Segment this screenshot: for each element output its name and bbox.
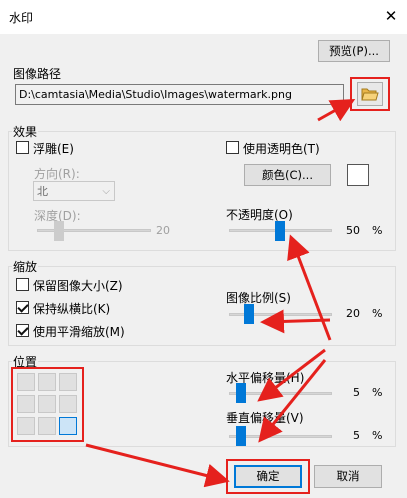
cancel-button[interactable]: 取消 [314, 465, 382, 488]
effects-group-label: 效果 [12, 123, 39, 140]
opacity-unit: % [372, 224, 383, 237]
transparent-color-checkbox[interactable] [226, 141, 239, 154]
image-scale-value: 20 [346, 307, 360, 320]
position-cell-top-center[interactable] [38, 373, 56, 391]
position-cell-bottom-left[interactable] [17, 417, 35, 435]
h-offset-slider-thumb[interactable] [236, 383, 246, 403]
folder-open-icon [361, 88, 379, 101]
color-swatch[interactable] [347, 164, 369, 186]
smooth-scale-label: 使用平滑缩放(M) [33, 325, 125, 339]
window-title: 水印 [9, 11, 34, 25]
position-cell-top-right[interactable] [59, 373, 77, 391]
v-offset-value: 5 [353, 429, 360, 442]
direction-label: 方向(R): [34, 167, 80, 181]
keep-size-checkbox[interactable] [16, 278, 29, 291]
direction-value: 北 [37, 185, 48, 198]
keep-size-label: 保留图像大小(Z) [33, 279, 123, 293]
keep-aspect-label: 保持纵横比(K) [33, 302, 111, 316]
v-offset-slider-thumb[interactable] [236, 426, 246, 446]
position-cell-middle-right[interactable] [59, 395, 77, 413]
emboss-checkbox[interactable] [16, 141, 29, 154]
position-cell-middle-left[interactable] [17, 395, 35, 413]
preview-button[interactable]: 预览(P)... [318, 40, 390, 62]
opacity-slider-thumb[interactable] [275, 221, 285, 241]
depth-slider-thumb[interactable] [54, 221, 64, 241]
position-cell-bottom-right[interactable] [59, 417, 77, 435]
v-offset-unit: % [372, 429, 383, 442]
title-bar [0, 0, 407, 34]
close-icon[interactable]: ✕ [383, 7, 399, 25]
v-offset-label: 垂直偏移量(V) [226, 411, 304, 425]
image-path-field[interactable]: D:\camtasia\Media\Studio\Images\watermar… [15, 84, 344, 105]
image-scale-slider-thumb[interactable] [244, 304, 254, 324]
chevron-down-icon: ⌵ [102, 186, 110, 197]
opacity-value: 50 [346, 224, 360, 237]
position-cell-bottom-center[interactable] [38, 417, 56, 435]
transparent-color-label: 使用透明色(T) [243, 142, 320, 156]
arrow-to-ok [85, 443, 230, 488]
h-offset-unit: % [372, 386, 383, 399]
image-scale-label: 图像比例(S) [226, 291, 291, 305]
browse-folder-button[interactable] [357, 82, 383, 106]
position-group-label: 位置 [12, 353, 39, 370]
keep-aspect-checkbox[interactable] [16, 301, 29, 314]
emboss-label: 浮雕(E) [33, 142, 74, 156]
position-grid [17, 373, 77, 437]
image-path-label: 图像路径 [12, 65, 63, 82]
image-scale-unit: % [372, 307, 383, 320]
color-button[interactable]: 颜色(C)... [244, 164, 331, 186]
position-cell-middle-center[interactable] [38, 395, 56, 413]
depth-value: 20 [156, 224, 170, 237]
smooth-scale-checkbox[interactable] [16, 324, 29, 337]
h-offset-value: 5 [353, 386, 360, 399]
direction-select[interactable]: 北 ⌵ [33, 181, 115, 201]
scale-group-label: 缩放 [12, 258, 39, 275]
ok-button[interactable]: 确定 [234, 465, 302, 488]
position-cell-top-left[interactable] [17, 373, 35, 391]
